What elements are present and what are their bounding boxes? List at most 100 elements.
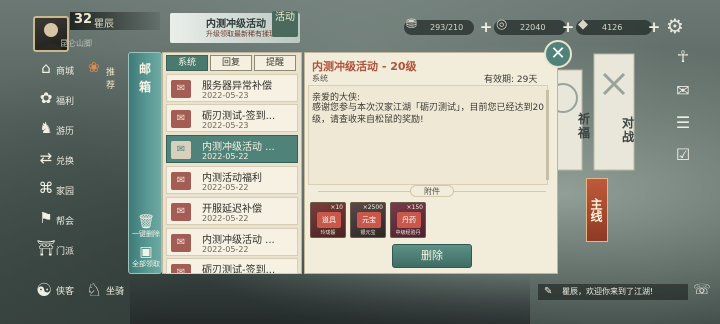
mail-date: 2022-05-23 [202,121,249,130]
resource-treasure: ⛃ 293/210 [404,17,474,35]
delete-read-button[interactable]: 🗑 一键删除 [132,214,160,238]
gift-icon: ✿ [39,89,53,107]
exchange-icon: ⇄ [39,149,53,167]
main-quest-button[interactable]: 主线 [586,178,608,242]
mail-row[interactable]: ✉ 砺刃测试-签到... [166,258,298,274]
retainer-icon: ☯ [36,280,53,301]
mailbox-label: 邮箱 [138,62,151,94]
item-tag: 道具 [317,212,341,228]
menu-item-home[interactable]: ⌘ 家园 [34,176,75,204]
list-icon: ☰ [675,113,691,132]
menu-item-travel[interactable]: ♞ 游历 [34,116,74,144]
top-bar: 32 瞿辰 昆仑山脚 内测冲级活动 升级领取最新稀有揉瑞兽 活动 ⛃ 293/2… [0,0,720,52]
mail-row[interactable]: ✉ 内测冲级活动 ... 2022-05-22 [166,228,298,256]
chat-bar[interactable]: ✎ 瞿辰，欢迎你来到了江湖! [538,284,688,300]
mail-detail-expiry: 有效期: 29天 [484,75,538,85]
menu-label: 商城 [56,67,75,77]
chat-icon: ✎ [544,286,553,297]
bottom-item-label: 坐骑 [106,287,125,297]
resource-ingot: ◆ 4126 [576,17,652,35]
mail-row[interactable]: ✉ 砺刃测试-签到... 2022-05-23 [166,104,298,132]
mail-date: 2022-05-22 [202,245,249,254]
menu-label: 门派 [56,247,75,257]
add-ingot-button[interactable]: + [646,19,662,35]
claim-all-button[interactable]: ▣ 全部领取 [132,244,160,268]
menu-item-exchange[interactable]: ⇄ 兑换 [34,146,74,174]
mail-row[interactable]: ✉ 开服延迟补偿 2022-05-22 [166,197,298,225]
attachment-item[interactable]: ×10 道具 玲珑骰 [310,202,346,238]
mail-title: 内测活动福利 [202,173,262,184]
mail-row[interactable]: ✉ 内测活动福利 2022-05-22 [166,166,298,194]
right-menu-figure[interactable]: ☥ [672,46,694,68]
attachment-item[interactable]: ×150 丹药 中级经验丹 [390,202,426,238]
mail-row-selected[interactable]: ✉ 内测冲级活动 ... 2022-05-22 [166,135,298,163]
tab-reminder[interactable]: 提醒 [254,55,296,71]
item-count: ×10 [330,204,343,211]
recommend-icon: ❀ [88,60,100,76]
menu-label: 兑换 [56,157,75,167]
ingot-icon: ◆ [578,17,588,32]
tab-reply[interactable]: 回复 [210,55,252,71]
chat-text: 瞿辰，欢迎你来到了江湖! [562,287,654,296]
add-treasure-button[interactable]: + [478,19,494,35]
mail-date: 2022-05-23 [202,91,249,100]
resource-value: 293/210 [430,23,464,32]
item-name: 玲珑骰 [320,230,336,236]
mail-title: 服务器异常补偿 [202,81,272,92]
mail-card-icon: ✉ [171,110,191,128]
chat-toggle-button[interactable]: ☏ [692,282,712,302]
resource-value: 4126 [602,23,623,32]
recommend-button[interactable]: ❀ 推荐 [88,60,122,91]
mail-detail-sender: 系统 [312,74,328,83]
item-name: 中级经验丹 [395,230,421,236]
tab-system[interactable]: 系统 [166,55,208,71]
item-tag: 元宝 [357,212,381,228]
figure-icon: ☥ [677,47,689,66]
menu-item-sect[interactable]: ⛩ 门派 [34,236,74,264]
delete-button[interactable]: 删除 [392,244,472,268]
gear-icon[interactable]: ⚙ [666,14,684,38]
travel-icon: ♞ [39,119,53,137]
menu-item-guild[interactable]: ⚑ 帮会 [34,206,74,234]
banner-right-label: 对战 [622,116,635,144]
bottom-item-retainer[interactable]: ☯ 侠客 [34,280,84,312]
player-name: 瞿辰 [94,19,114,30]
trash-icon: 🗑 [137,214,155,230]
bottom-item-mount[interactable]: ♘ 坐骑 [84,280,134,312]
right-menu-list[interactable]: ☰ [672,112,694,134]
event-badge[interactable]: 活动 [272,11,298,37]
right-menu-bag[interactable]: ✉ [672,80,694,102]
menu-item-welfare[interactable]: ✿ 福利 [34,86,74,114]
delete-read-label: 一键删除 [132,230,160,238]
close-icon: ✕ [550,43,566,64]
bottom-item-label: 侠客 [56,287,75,297]
item-name: 银元宝 [360,230,376,236]
mail-card-icon: ✉ [171,234,191,252]
quest-icon: ☑ [675,145,691,164]
player-location: 昆仑山脚 [60,39,92,48]
mail-row[interactable]: ✉ 服务器异常补偿 2022-05-23 [166,74,298,102]
mail-title: 砺刃测试-签到... [202,111,276,122]
add-coin-button[interactable]: + [560,19,576,35]
shop-icon: ⌂ [41,59,51,77]
mail-body-scrollbar[interactable] [546,90,549,180]
close-button[interactable]: ✕ [544,40,572,68]
coin-icon: ◎ [496,17,508,32]
resource-coin: ◎ 22040 [494,17,566,35]
banner-left-label: 祈福 [578,112,591,140]
inbox-icon: ▣ [139,244,153,260]
mount-icon: ♘ [86,280,103,301]
mail-card-icon: ✉ [171,264,191,273]
menu-item-shop[interactable]: ⌂ 商城 [34,56,74,84]
bag-icon: ✉ [676,81,690,100]
attachment-item[interactable]: ×2500 元宝 银元宝 [350,202,386,238]
right-menu-quest[interactable]: ☑ [672,144,694,166]
mail-title: 开服延迟补偿 [202,204,262,215]
mail-card-icon: ✉ [171,203,191,221]
mail-title: 内测冲级活动 ... [202,235,275,246]
mail-date: 2022-05-22 [202,214,249,223]
menu-label: 游历 [56,127,75,137]
mail-date: 2022-05-22 [202,152,249,161]
treasure-icon: ⛃ [406,17,417,32]
mail-card-icon: ✉ [171,80,191,98]
